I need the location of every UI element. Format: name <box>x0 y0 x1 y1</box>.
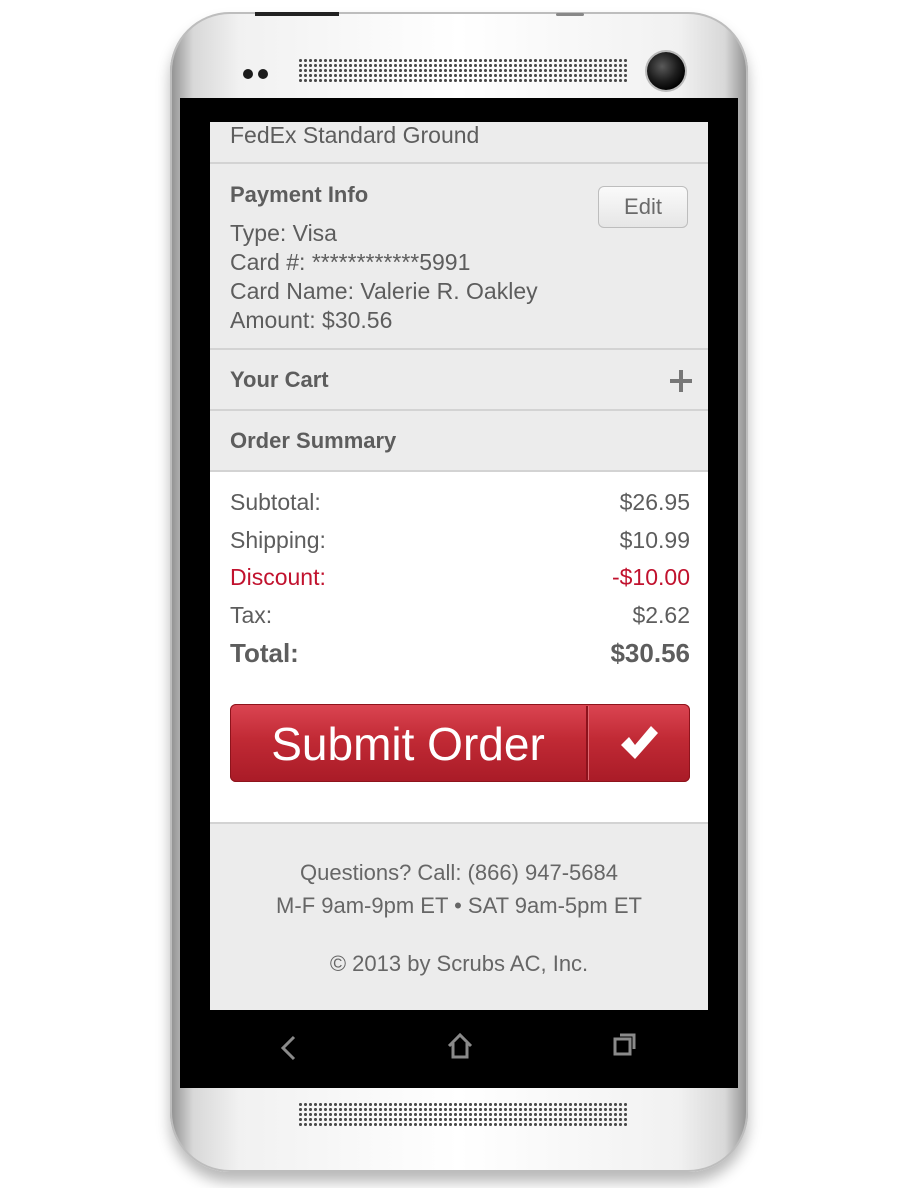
amount-text: Amount: $30.56 <box>230 307 393 333</box>
payment-info-heading: Payment Info <box>230 182 369 207</box>
order-summary-heading: Order Summary <box>230 428 397 453</box>
hours-text: M-F 9am-9pm ET • SAT 9am-5pm ET <box>276 893 642 918</box>
copyright-text: © 2013 by Scrubs AC, Inc. <box>329 951 589 976</box>
power-button <box>255 12 339 16</box>
edit-payment-button[interactable]: Edit <box>598 186 688 228</box>
headphone-jack <box>556 13 584 16</box>
tax-label: Tax: <box>230 602 273 628</box>
bottom-speaker-grille <box>298 1102 628 1126</box>
top-speaker-grille <box>298 58 628 82</box>
discount-value: -$10.00 <box>611 564 690 590</box>
home-icon[interactable] <box>446 1032 474 1060</box>
checkout-screen[interactable]: FedEx Standard Ground Payment Info Edit … <box>210 122 708 1010</box>
total-label: Total: <box>230 638 299 668</box>
card-name-text: Card Name: Valerie R. Oakley <box>230 278 538 304</box>
shipping-method-text: FedEx Standard Ground <box>230 122 480 148</box>
your-cart-heading: Your Cart <box>230 367 329 392</box>
subtotal-value: $26.95 <box>619 489 690 515</box>
button-divider-highlight <box>588 706 589 780</box>
light-sensor <box>258 69 268 79</box>
back-icon[interactable] <box>278 1034 300 1062</box>
shipping-method-section: FedEx Standard Ground <box>210 122 708 162</box>
submit-order-label: Submit Order <box>271 718 545 770</box>
order-summary-header: Order Summary <box>210 411 708 470</box>
shipping-label: Shipping: <box>230 527 326 553</box>
tax-value: $2.62 <box>632 602 690 628</box>
plus-icon[interactable] <box>670 370 692 392</box>
submit-order-button[interactable]: Submit Order <box>230 704 690 782</box>
front-camera <box>647 52 685 90</box>
phone-contact-text[interactable]: Questions? Call: (866) 947-5684 <box>210 860 708 886</box>
card-type-text: Type: Visa <box>230 220 337 246</box>
recent-apps-icon[interactable] <box>612 1032 638 1058</box>
discount-label: Discount: <box>230 564 326 590</box>
proximity-sensor <box>243 69 253 79</box>
subtotal-label: Subtotal: <box>230 489 321 515</box>
total-value: $30.56 <box>610 638 690 668</box>
shipping-value: $10.99 <box>619 527 690 553</box>
your-cart-header[interactable]: Your Cart <box>210 350 708 409</box>
card-number-text: Card #: ************5991 <box>230 249 471 275</box>
checkmark-icon <box>621 726 658 759</box>
